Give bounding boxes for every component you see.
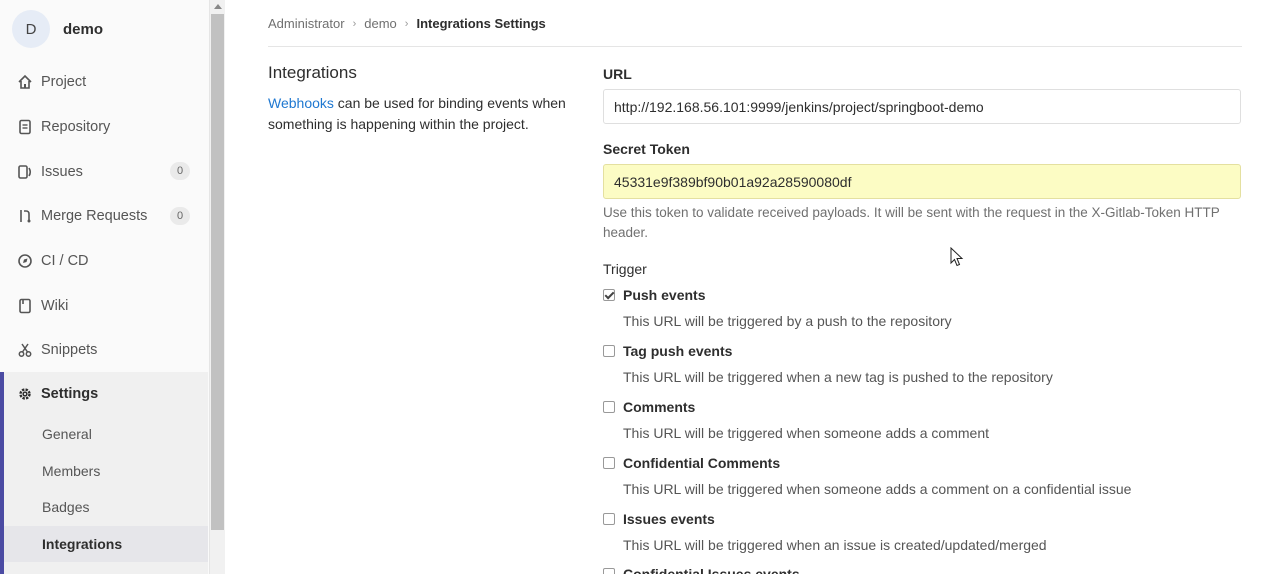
chevron-right-icon: ›	[352, 17, 357, 30]
sidebar-item-merge-requests[interactable]: Merge Requests 0	[0, 194, 210, 239]
breadcrumb-current[interactable]: Integrations Settings	[416, 16, 545, 31]
sidebar-item-label: Project	[41, 74, 87, 91]
sidebar-item-label: Settings	[41, 386, 99, 402]
scroll-thumb[interactable]	[211, 14, 224, 530]
avatar[interactable]: D	[12, 10, 50, 48]
url-label: URL	[603, 66, 632, 82]
sidebar-item-issues[interactable]: Issues 0	[0, 149, 210, 194]
chevron-right-icon: ›	[404, 17, 409, 30]
merge-request-icon	[17, 208, 33, 224]
trigger-description: This URL will be triggered by a push to …	[623, 313, 952, 329]
trigger-label-text[interactable]: Confidential Issues events	[623, 566, 800, 574]
trigger-description: This URL will be triggered when someone …	[623, 481, 1132, 497]
sidebar-item-label: Issues	[41, 163, 83, 180]
breadcrumb-item-administrator[interactable]: Administrator	[268, 16, 345, 31]
sidebar-subitem-general[interactable]: General	[4, 416, 208, 453]
document-icon	[17, 119, 33, 135]
sidebar-subitem-badges[interactable]: Badges	[4, 489, 208, 526]
breadcrumb-item-demo[interactable]: demo	[364, 16, 397, 31]
divider	[268, 46, 1242, 47]
home-icon	[17, 74, 33, 90]
sidebar-item-repository[interactable]: Repository	[0, 105, 210, 150]
sidebar-item-snippets[interactable]: Snippets	[0, 328, 210, 373]
integrations-intro: Integrations Webhooks can be used for bi…	[268, 63, 578, 135]
sidebar-nav: Project Repository Issues 0 Merge Reques…	[0, 60, 210, 373]
issues-count-badge: 0	[170, 162, 190, 181]
scroll-up-arrow-icon[interactable]	[214, 4, 222, 9]
project-name[interactable]: demo	[63, 21, 103, 38]
webhooks-link[interactable]: Webhooks	[268, 95, 334, 111]
sidebar-item-project[interactable]: Project	[0, 60, 210, 105]
confidential-issues-events-checkbox[interactable]	[603, 568, 615, 574]
issues-icon	[17, 164, 33, 180]
book-icon	[17, 298, 33, 314]
settings-section: Settings General Members Badges Integrat…	[0, 372, 208, 574]
sidebar: D demo Project Repository Issues 0 Merge…	[0, 0, 210, 574]
trigger-description: This URL will be triggered when an issue…	[623, 537, 1047, 553]
merge-requests-count-badge: 0	[170, 207, 190, 226]
tag-push-events-checkbox[interactable]	[603, 345, 615, 357]
secret-token-help: Use this token to validate received payl…	[603, 205, 1220, 240]
url-input[interactable]: http://192.168.56.101:9999/jenkins/proje…	[603, 89, 1241, 124]
trigger-description: This URL will be triggered when a new ta…	[623, 369, 1053, 385]
mouse-cursor-icon	[950, 247, 964, 267]
sidebar-item-label: Snippets	[41, 342, 98, 359]
sidebar-subitem-integrations[interactable]: Integrations	[4, 525, 208, 563]
project-header[interactable]: D demo	[12, 10, 103, 48]
sidebar-subitem-members[interactable]: Members	[4, 453, 208, 490]
page-title: Integrations	[268, 63, 357, 82]
scissors-icon	[17, 342, 33, 358]
rocket-icon	[17, 253, 33, 269]
sidebar-item-label: CI / CD	[41, 253, 89, 270]
trigger-label-text[interactable]: Tag push events	[623, 343, 732, 359]
confidential-comments-checkbox[interactable]	[603, 457, 615, 469]
trigger-label: Trigger	[603, 261, 647, 277]
sidebar-item-label: Repository	[41, 119, 111, 136]
sidebar-item-label: Merge Requests	[41, 208, 148, 225]
issues-events-checkbox[interactable]	[603, 513, 615, 525]
sidebar-item-wiki[interactable]: Wiki	[0, 283, 210, 328]
trigger-label-text[interactable]: Comments	[623, 399, 695, 415]
gear-icon	[17, 386, 33, 402]
trigger-label-text[interactable]: Confidential Comments	[623, 455, 780, 471]
breadcrumb: Administrator › demo › Integrations Sett…	[268, 16, 546, 31]
intro-description: Webhooks can be used for binding events …	[268, 93, 578, 135]
sidebar-item-settings[interactable]: Settings	[4, 372, 208, 416]
secret-token-input[interactable]: 45331e9f389bf90b01a92a28590080df	[603, 164, 1241, 199]
sidebar-item-label: Wiki	[41, 297, 69, 314]
sidebar-scrollbar[interactable]	[210, 0, 225, 574]
trigger-label-text[interactable]: Push events	[623, 287, 705, 303]
push-events-checkbox[interactable]	[603, 289, 615, 301]
comments-checkbox[interactable]	[603, 401, 615, 413]
sidebar-item-ci-cd[interactable]: CI / CD	[0, 239, 210, 284]
trigger-label-text[interactable]: Issues events	[623, 511, 715, 527]
trigger-description: This URL will be triggered when someone …	[623, 425, 989, 441]
secret-token-label: Secret Token	[603, 141, 690, 157]
